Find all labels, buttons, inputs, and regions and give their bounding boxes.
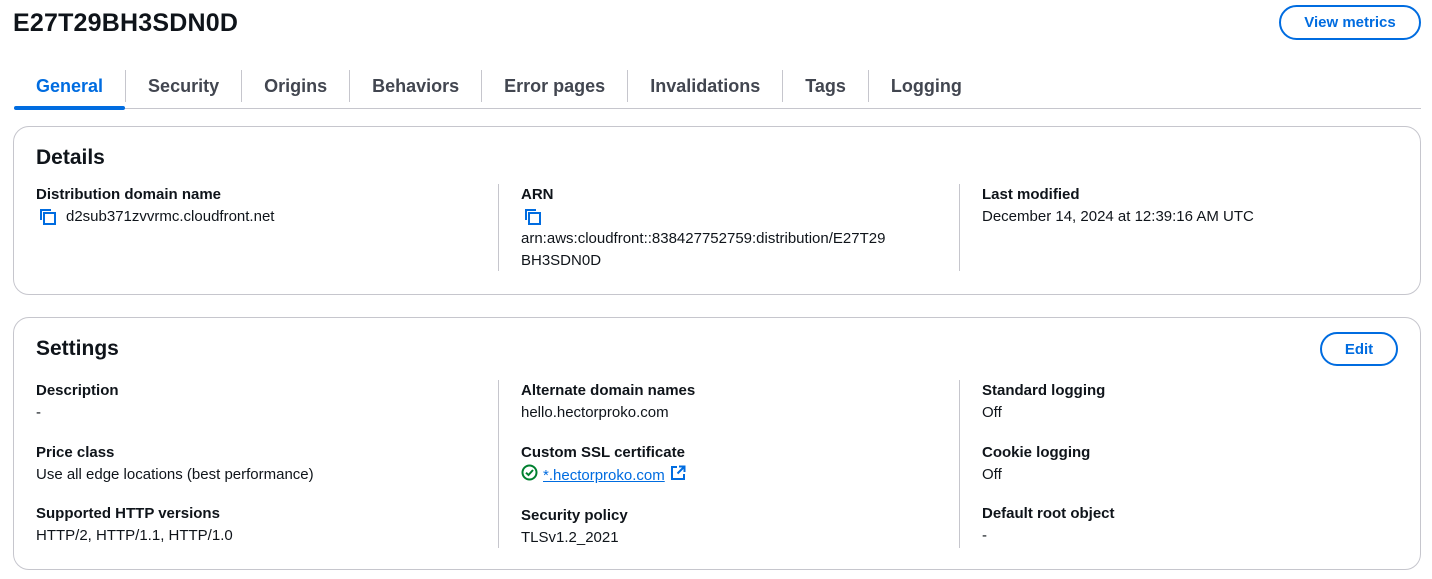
default-root-object-label: Default root object: [982, 505, 1115, 522]
price-class-value: Use all edge locations (best performance…: [36, 466, 314, 483]
tab-error-pages[interactable]: Error pages: [482, 64, 627, 108]
cookie-logging-field: Cookie logging Off: [982, 442, 1399, 486]
tab-invalidations[interactable]: Invalidations: [628, 64, 782, 108]
tab-bar: General Security Origins Behaviors Error…: [14, 64, 1421, 110]
last-modified-label: Last modified: [982, 186, 1080, 203]
settings-column-2: Alternate domain names hello.hectorproko…: [498, 380, 938, 548]
standard-logging-label: Standard logging: [982, 382, 1106, 399]
settings-title: Settings: [36, 337, 119, 360]
last-modified-field: Last modified December 14, 2024 at 12:39…: [959, 184, 1399, 271]
description-value: -: [36, 404, 41, 421]
copy-icon[interactable]: [39, 208, 57, 226]
details-title: Details: [36, 146, 105, 169]
price-class-label: Price class: [36, 444, 115, 461]
standard-logging-value: Off: [982, 404, 1002, 421]
tab-security[interactable]: Security: [126, 64, 241, 108]
price-class-field: Price class Use all edge locations (best…: [36, 442, 476, 486]
edit-button[interactable]: Edit: [1320, 332, 1398, 366]
cookie-logging-label: Cookie logging: [982, 444, 1091, 461]
domain-name-field: Distribution domain name d2sub371zvvrmc.…: [36, 184, 476, 228]
cookie-logging-value: Off: [982, 466, 1002, 483]
security-policy-value: TLSv1.2_2021: [521, 529, 619, 546]
view-metrics-button[interactable]: View metrics: [1279, 5, 1421, 40]
arn-value-line-2: BH3SDN0D: [521, 252, 602, 269]
arn-label: ARN: [521, 186, 554, 203]
http-versions-value: HTTP/2, HTTP/1.1, HTTP/1.0: [36, 527, 233, 544]
check-circle-icon: [521, 464, 538, 488]
standard-logging-field: Standard logging Off: [982, 380, 1399, 424]
tab-logging[interactable]: Logging: [869, 64, 984, 108]
settings-card: Settings Edit Description - Price class …: [13, 317, 1421, 570]
alternate-domain-label: Alternate domain names: [521, 382, 696, 399]
domain-name-value: d2sub371zvvrmc.cloudfront.net: [66, 208, 275, 225]
alternate-domain-value: hello.hectorproko.com: [521, 404, 669, 421]
external-link-icon[interactable]: [670, 465, 686, 488]
default-root-object-field: Default root object -: [982, 503, 1399, 547]
ssl-certificate-label: Custom SSL certificate: [521, 444, 685, 461]
last-modified-value: December 14, 2024 at 12:39:16 AM UTC: [982, 208, 1254, 225]
copy-icon[interactable]: [524, 208, 542, 226]
http-versions-field: Supported HTTP versions HTTP/2, HTTP/1.1…: [36, 503, 476, 547]
description-field: Description -: [36, 380, 476, 424]
description-label: Description: [36, 382, 119, 399]
security-policy-field: Security policy TLSv1.2_2021: [521, 505, 938, 549]
security-policy-label: Security policy: [521, 507, 628, 524]
ssl-certificate-field: Custom SSL certificate *.hectorproko.com: [521, 442, 938, 488]
settings-column-3: Standard logging Off Cookie logging Off …: [959, 380, 1399, 548]
http-versions-label: Supported HTTP versions: [36, 505, 220, 522]
tab-general[interactable]: General: [14, 64, 126, 110]
arn-field: ARN arn:aws:cloudfront::838427752759:dis…: [498, 184, 938, 271]
ssl-certificate-link[interactable]: *.hectorproko.com: [543, 465, 665, 487]
tab-origins[interactable]: Origins: [242, 64, 349, 108]
details-card: Details Distribution domain name d2sub37…: [13, 126, 1421, 295]
arn-value-line-1: arn:aws:cloudfront::838427752759:distrib…: [521, 230, 886, 247]
domain-name-label: Distribution domain name: [36, 186, 222, 203]
alternate-domain-field: Alternate domain names hello.hectorproko…: [521, 380, 938, 424]
default-root-object-value: -: [982, 527, 987, 544]
tab-tags[interactable]: Tags: [783, 64, 868, 108]
settings-column-1: Description - Price class Use all edge l…: [36, 380, 476, 547]
page-title: E27T29BH3SDN0D: [13, 9, 239, 37]
tab-behaviors[interactable]: Behaviors: [350, 64, 481, 108]
